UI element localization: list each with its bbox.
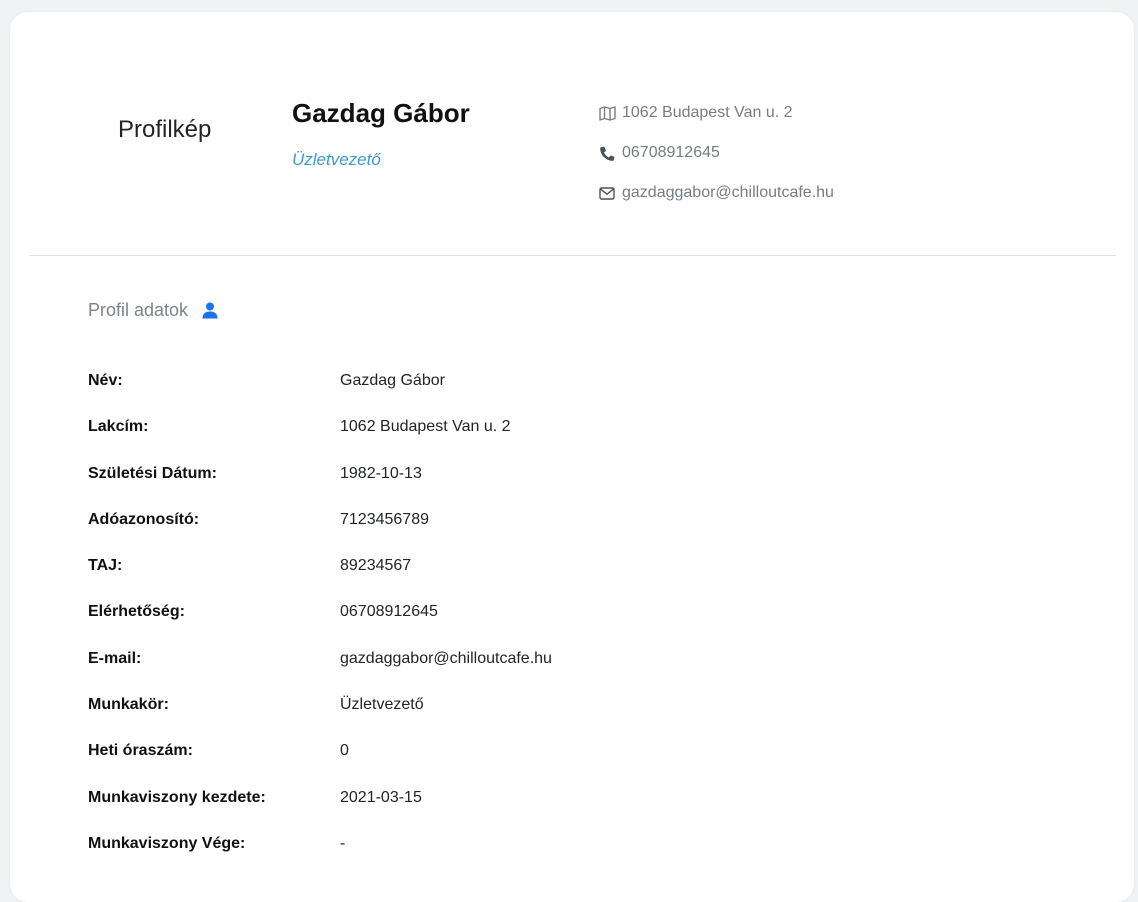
detail-value: 7123456789 (340, 510, 429, 528)
contact-address: 1062 Budapest Van u. 2 (597, 101, 834, 125)
detail-label: Heti óraszám: (88, 742, 193, 760)
contact-info: 1062 Budapest Van u. 2 06708912645 gazda… (597, 101, 834, 221)
detail-row-address: Lakcím: 1062 Budapest Van u. 2 (88, 418, 552, 464)
detail-value: - (340, 834, 346, 852)
detail-row-email: E-mail: gazdaggabor@chilloutcafe.hu (88, 650, 552, 696)
detail-row-birth-date: Születési Dátum: 1982-10-13 (88, 465, 552, 511)
detail-row-tax-id: Adóazonosító: 7123456789 (88, 511, 552, 557)
detail-label: Név: (88, 372, 123, 389)
detail-value: gazdaggabor@chilloutcafe.hu (340, 649, 552, 667)
contact-address-text: 1062 Budapest Van u. 2 (622, 104, 793, 121)
detail-value: 06708912645 (340, 603, 438, 621)
map-icon (597, 105, 617, 121)
detail-row-employment-start: Munkaviszony kezdete: 2021-03-15 (88, 789, 552, 835)
detail-value: 1982-10-13 (340, 464, 422, 482)
detail-row-weekly-hours: Heti óraszám: 0 (88, 742, 552, 788)
section-title: Profil adatok (88, 300, 218, 321)
detail-row-taj: TAJ: 89234567 (88, 557, 552, 603)
detail-row-employment-end: Munkaviszony Vége: - (88, 835, 552, 881)
detail-label: TAJ: (88, 557, 123, 575)
contact-phone-text: 06708912645 (622, 144, 720, 161)
detail-value: 2021-03-15 (340, 788, 422, 806)
detail-label: Lakcím: (88, 418, 149, 436)
user-icon (202, 302, 218, 319)
contact-email: gazdaggabor@chilloutcafe.hu (597, 181, 834, 205)
detail-value: 0 (340, 742, 349, 760)
profile-card: Profilkép Gazdag Gábor Üzletvezető 1062 … (10, 12, 1134, 902)
detail-row-name: Név: Gazdag Gábor (88, 372, 552, 418)
detail-value: 1062 Budapest Van u. 2 (340, 418, 511, 436)
detail-row-contact: Elérhetőség: 06708912645 (88, 603, 552, 649)
divider (30, 255, 1116, 256)
detail-label: Adóazonosító: (88, 510, 200, 528)
envelope-icon (597, 185, 617, 201)
detail-label: Munkaviszony Vége: (88, 834, 246, 852)
profile-details: Név: Gazdag Gábor Lakcím: 1062 Budapest … (88, 372, 552, 881)
phone-icon (597, 145, 617, 161)
profile-header: Profilkép Gazdag Gábor Üzletvezető 1062 … (10, 12, 1134, 255)
detail-label: Elérhetőség: (88, 603, 185, 621)
detail-value: 89234567 (340, 557, 412, 575)
profile-name: Gazdag Gábor (292, 98, 470, 128)
contact-email-text: gazdaggabor@chilloutcafe.hu (622, 184, 834, 201)
profile-role: Üzletvezető (292, 150, 381, 169)
profile-picture: Profilkép (118, 116, 212, 143)
detail-label: Munkakör: (88, 696, 169, 714)
section-title-text: Profil adatok (88, 300, 189, 320)
detail-label: E-mail: (88, 649, 142, 667)
detail-label: Munkaviszony kezdete: (88, 788, 266, 806)
detail-label: Születési Dátum: (88, 464, 217, 482)
detail-value: Gazdag Gábor (340, 372, 445, 389)
contact-phone: 06708912645 (597, 141, 834, 165)
detail-row-job-title: Munkakör: Üzletvezető (88, 696, 552, 742)
detail-value: Üzletvezető (340, 696, 424, 714)
